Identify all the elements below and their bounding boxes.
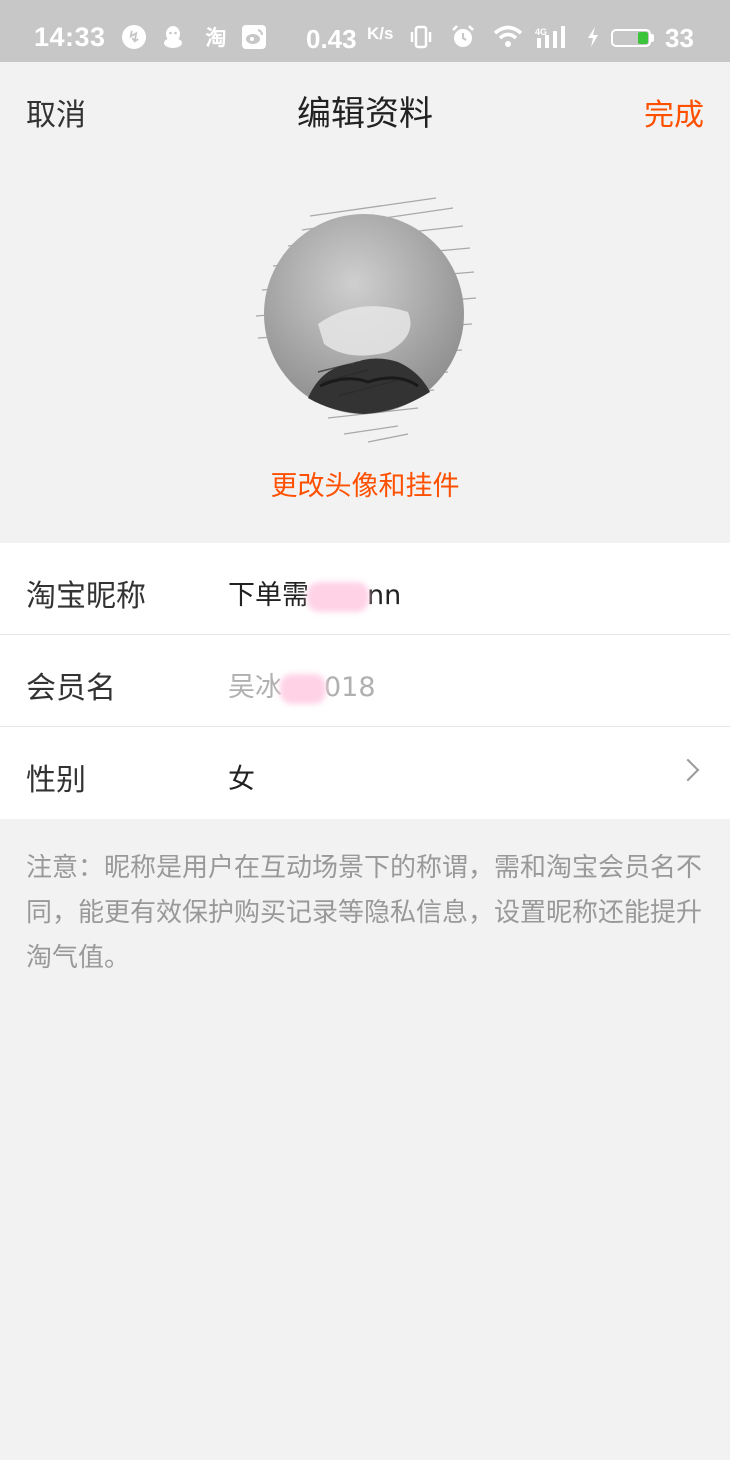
vibrate-icon bbox=[408, 24, 434, 50]
qq-icon bbox=[160, 24, 186, 50]
battery-icon bbox=[611, 29, 651, 47]
member-name-label: 会员名 bbox=[26, 671, 116, 706]
alarm-icon bbox=[450, 24, 476, 50]
change-avatar-link[interactable]: 更改头像和挂件 bbox=[0, 464, 730, 503]
wifi-icon bbox=[493, 24, 523, 50]
nickname-field[interactable]: 下单需 nn bbox=[228, 573, 401, 612]
taobao-icon: 淘 bbox=[200, 24, 232, 50]
avatar[interactable] bbox=[248, 186, 480, 446]
page-title: 编辑资料 bbox=[297, 94, 433, 134]
nickname-note: 注意：昵称是用户在互动场景下的称谓，需和淘宝会员名不同，能更有效保护购买记录等隐… bbox=[26, 853, 703, 973]
done-button[interactable]: 完成 bbox=[644, 90, 704, 134]
gender-value: 女 bbox=[228, 764, 255, 795]
nickname-value-prefix: 下单需 bbox=[228, 580, 309, 611]
member-name-value-suffix: 018 bbox=[324, 672, 376, 703]
status-time: 14:33 bbox=[34, 22, 106, 52]
battery-level: 33 bbox=[665, 23, 694, 53]
taobao-glyph: 淘 bbox=[205, 26, 227, 50]
battery-fill bbox=[638, 32, 648, 44]
chevron-right-icon bbox=[676, 758, 700, 782]
privacy-mask bbox=[280, 673, 326, 704]
member-name-value: 吴冰 018 bbox=[228, 665, 376, 704]
profile-form-list: 淘宝昵称 下单需 nn 会员名 吴冰 018 性别 女 bbox=[0, 543, 730, 819]
status-bar: 14:33 ↯ 淘 0.43 K/s 4G 33 bbox=[0, 0, 730, 62]
weibo-icon bbox=[241, 24, 267, 50]
nickname-value-suffix: nn bbox=[367, 580, 402, 611]
net-speed: 0.43 bbox=[306, 24, 357, 54]
charging-icon bbox=[583, 24, 603, 50]
signal-icon: 4G bbox=[535, 24, 573, 50]
privacy-mask bbox=[307, 581, 369, 612]
gender-row[interactable]: 性别 女 bbox=[0, 727, 730, 819]
battery-cap bbox=[651, 34, 654, 42]
member-name-value-prefix: 吴冰 bbox=[228, 672, 282, 703]
nickname-row[interactable]: 淘宝昵称 下单需 nn bbox=[0, 543, 730, 635]
net-speed-unit: K/s bbox=[367, 24, 394, 43]
hotspot-icon: ↯ bbox=[121, 24, 147, 50]
gender-label: 性别 bbox=[26, 763, 86, 798]
nav-bar: 取消 编辑资料 完成 bbox=[0, 62, 730, 154]
member-name-row: 会员名 吴冰 018 bbox=[0, 635, 730, 727]
nickname-label: 淘宝昵称 bbox=[26, 579, 146, 614]
